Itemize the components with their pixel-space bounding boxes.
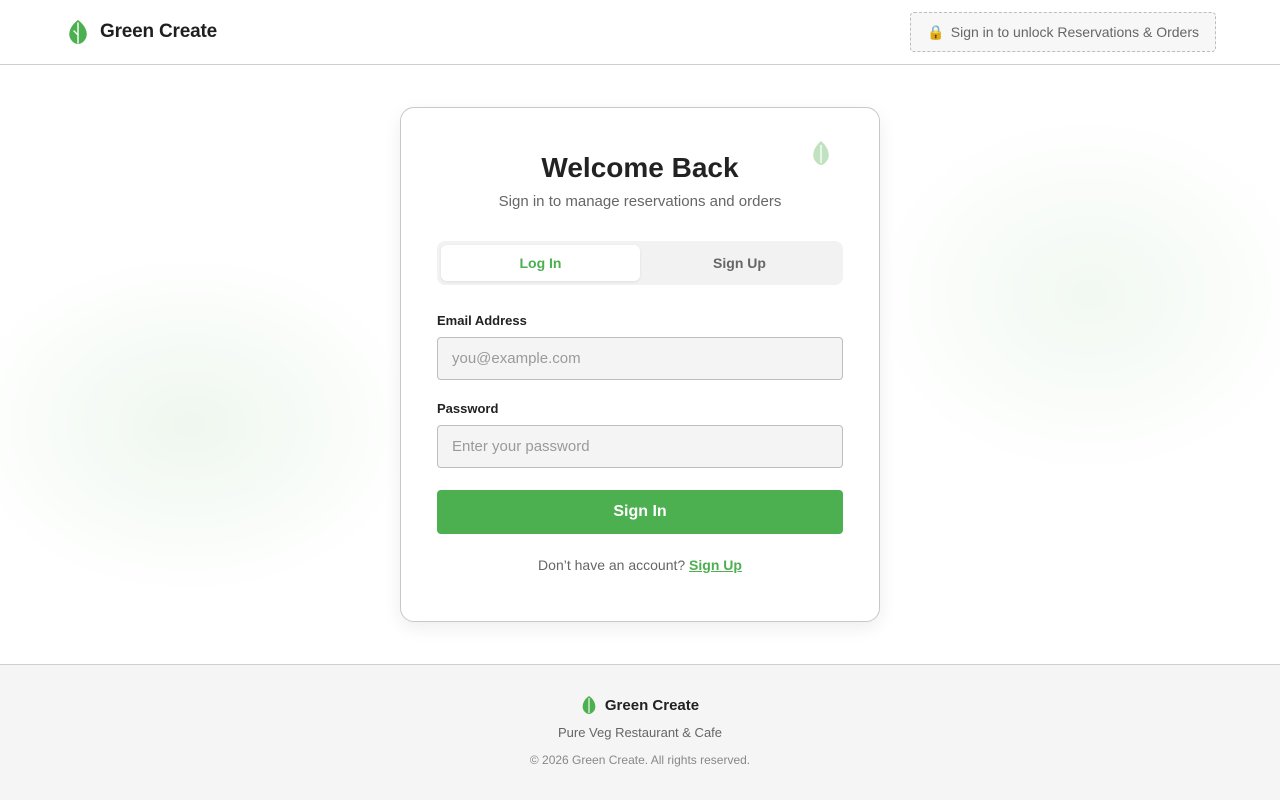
auth-card: Welcome Back Sign in to manage reservati…	[400, 107, 880, 622]
leaf-icon	[813, 141, 829, 165]
password-field[interactable]	[437, 425, 843, 468]
password-label: Password	[437, 401, 499, 416]
site-footer: Green Create Pure Veg Restaurant & Cafe …	[0, 664, 1280, 800]
site-header: Green Create 🔒 Sign in to unlock Reserva…	[0, 0, 1280, 65]
auth-tabs: Log In Sign Up	[437, 241, 843, 285]
switch-prompt: Don’t have an account? Sign Up	[437, 557, 843, 573]
sign-in-button[interactable]: Sign In	[437, 490, 843, 534]
unlock-banner[interactable]: 🔒 Sign in to unlock Reservations & Order…	[910, 12, 1216, 52]
unlock-label: Sign in to unlock Reservations & Orders	[950, 24, 1199, 40]
tab-sign-up[interactable]: Sign Up	[640, 245, 839, 281]
email-field[interactable]	[437, 337, 843, 380]
footer-brand-name: Green Create	[604, 696, 700, 714]
email-label: Email Address	[437, 313, 527, 328]
tab-log-in[interactable]: Log In	[441, 245, 640, 281]
lock-icon: 🔒	[927, 23, 945, 40]
brand-name: Green Create	[100, 21, 217, 42]
footer-tagline: Pure Veg Restaurant & Cafe	[557, 725, 723, 740]
main-content: Welcome Back Sign in to manage reservati…	[0, 65, 1280, 664]
leaf-icon	[69, 20, 87, 44]
sign-up-link[interactable]: Sign Up	[689, 557, 742, 573]
leaf-icon	[582, 696, 596, 714]
page-title: Welcome Back	[541, 152, 739, 183]
switch-prompt-text: Don’t have an account?	[538, 557, 686, 573]
footer-brand: Green Create	[0, 695, 1280, 715]
page-subtitle: Sign in to manage reservations and order…	[498, 193, 782, 210]
brand-logo[interactable]: Green Create	[66, 19, 217, 45]
footer-copyright: © 2026 Green Create. All rights reserved…	[529, 753, 751, 767]
